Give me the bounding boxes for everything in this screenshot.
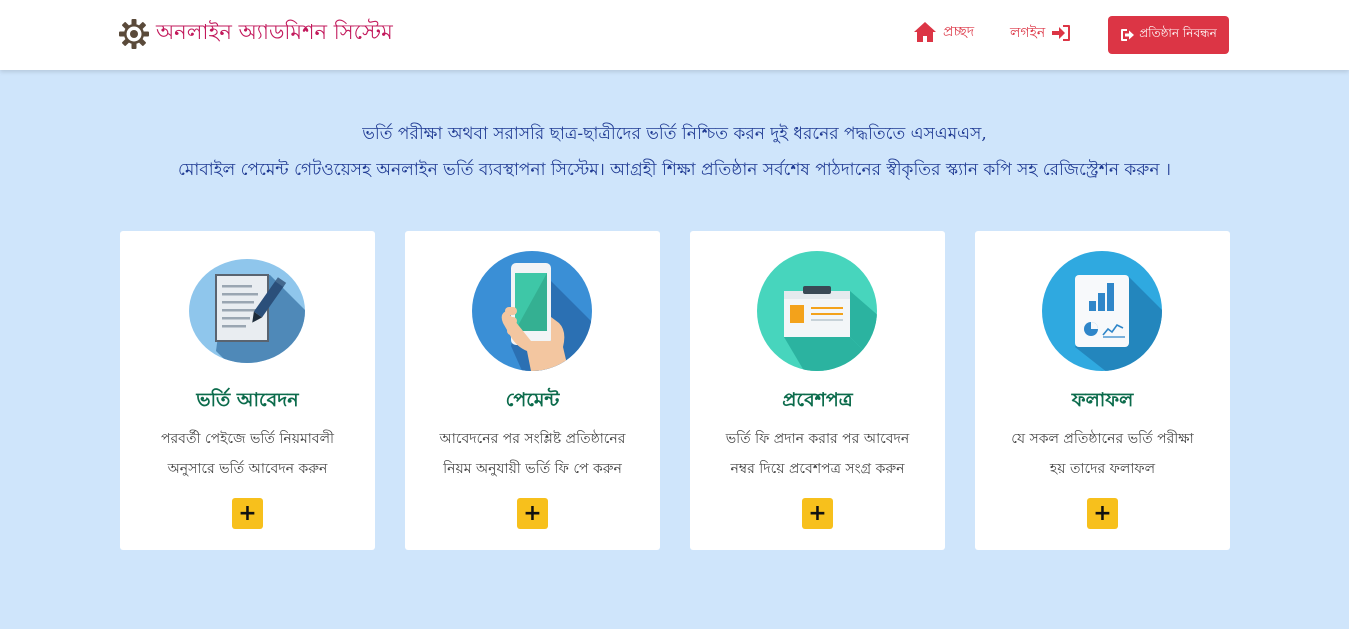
card-title: ফলাফল: [1071, 389, 1134, 411]
nav-home-link[interactable]: প্রচ্ছদ: [913, 20, 974, 44]
mobile-phone-icon: [472, 251, 592, 371]
intro-text: ভর্তি পরীক্ষা অথবা সরাসরি ছাত্র-ছাত্রীদে…: [0, 116, 1349, 188]
register-institution-button[interactable]: প্রতিষ্ঠান নিবন্ধন: [1108, 16, 1229, 54]
form-pen-icon: [189, 259, 305, 363]
nav-login-label: লগইন: [1010, 25, 1046, 41]
intro-line-2: মোবাইল পেমেন্ট গেটওয়েসহ অনলাইন ভর্তি ব্…: [178, 160, 1171, 180]
nav-login-link[interactable]: লগইন: [1010, 21, 1071, 45]
card-description: যে সকল প্রতিষ্ঠানের ভর্তি পরীক্ষা হয় তা…: [985, 424, 1220, 484]
admit-card-plus-button[interactable]: +: [802, 498, 833, 529]
card-desc-line-2: নম্বর দিয়ে প্রবেশপত্র সংগ্র করুন: [730, 461, 905, 477]
card-desc-line-2: হয় তাদের ফলাফল: [1049, 461, 1156, 477]
sign-out-icon: [1121, 29, 1135, 41]
admission-card: ভর্তি আবেদন পরবর্তী পেইজে ভর্তি নিয়মাবল…: [120, 231, 375, 550]
admission-plus-button[interactable]: +: [232, 498, 263, 529]
home-icon: [914, 22, 936, 42]
card-description: পরবর্তী পেইজে ভর্তি নিয়মাবলী অনুসারে ভর…: [130, 424, 365, 484]
result-card: ফলাফল যে সকল প্রতিষ্ঠানের ভর্তি পরীক্ষা …: [975, 231, 1230, 550]
card-desc-line-1: পরবর্তী পেইজে ভর্তি নিয়মাবলী: [160, 431, 335, 447]
admit-card-card: প্রবেশপত্র ভর্তি ফি প্রদান করার পর আবেদন…: [690, 231, 945, 550]
card-title: প্রবেশপত্র: [782, 389, 853, 411]
sign-in-icon: [1052, 25, 1071, 41]
card-desc-line-2: অনুসারে ভর্তি আবেদন করুন: [167, 461, 328, 477]
card-desc-line-1: আবেদনের পর সংশ্লিষ্ট প্রতিষ্ঠানের: [439, 431, 626, 447]
card-desc-line-1: ভর্তি ফি প্রদান করার পর আবেদন: [725, 431, 910, 447]
payment-card: পেমেন্ট আবেদনের পর সংশ্লিষ্ট প্রতিষ্ঠানে…: [405, 231, 660, 550]
card-title: ভর্তি আবেদন: [196, 389, 299, 411]
result-chart-icon: [1042, 251, 1162, 371]
card-desc-line-1: যে সকল প্রতিষ্ঠানের ভর্তি পরীক্ষা: [1011, 431, 1194, 447]
nav-home-label: প্রচ্ছদ: [943, 24, 975, 40]
payment-plus-button[interactable]: +: [517, 498, 548, 529]
result-plus-button[interactable]: +: [1087, 498, 1118, 529]
top-navbar: অনলাইন অ্যাডমিশন সিস্টেম প্রচ্ছদ লগইন প্…: [0, 0, 1349, 70]
card-description: ভর্তি ফি প্রদান করার পর আবেদন নম্বর দিয়…: [700, 424, 935, 484]
card-desc-line-2: নিয়ম অনুযায়ী ভর্তি ফি পে করুন: [443, 461, 622, 477]
register-button-label: প্রতিষ্ঠান নিবন্ধন: [1139, 26, 1217, 40]
brand[interactable]: অনলাইন অ্যাডমিশন সিস্টেম: [118, 16, 393, 51]
gear-icon: [119, 18, 149, 49]
brand-title: অনলাইন অ্যাডমিশন সিস্টেম: [156, 20, 393, 44]
card-title: পেমেন্ট: [505, 389, 560, 411]
id-card-icon: [757, 251, 877, 371]
intro-line-1: ভর্তি পরীক্ষা অথবা সরাসরি ছাত্র-ছাত্রীদে…: [362, 124, 987, 144]
card-description: আবেদনের পর সংশ্লিষ্ট প্রতিষ্ঠানের নিয়ম …: [415, 424, 650, 484]
